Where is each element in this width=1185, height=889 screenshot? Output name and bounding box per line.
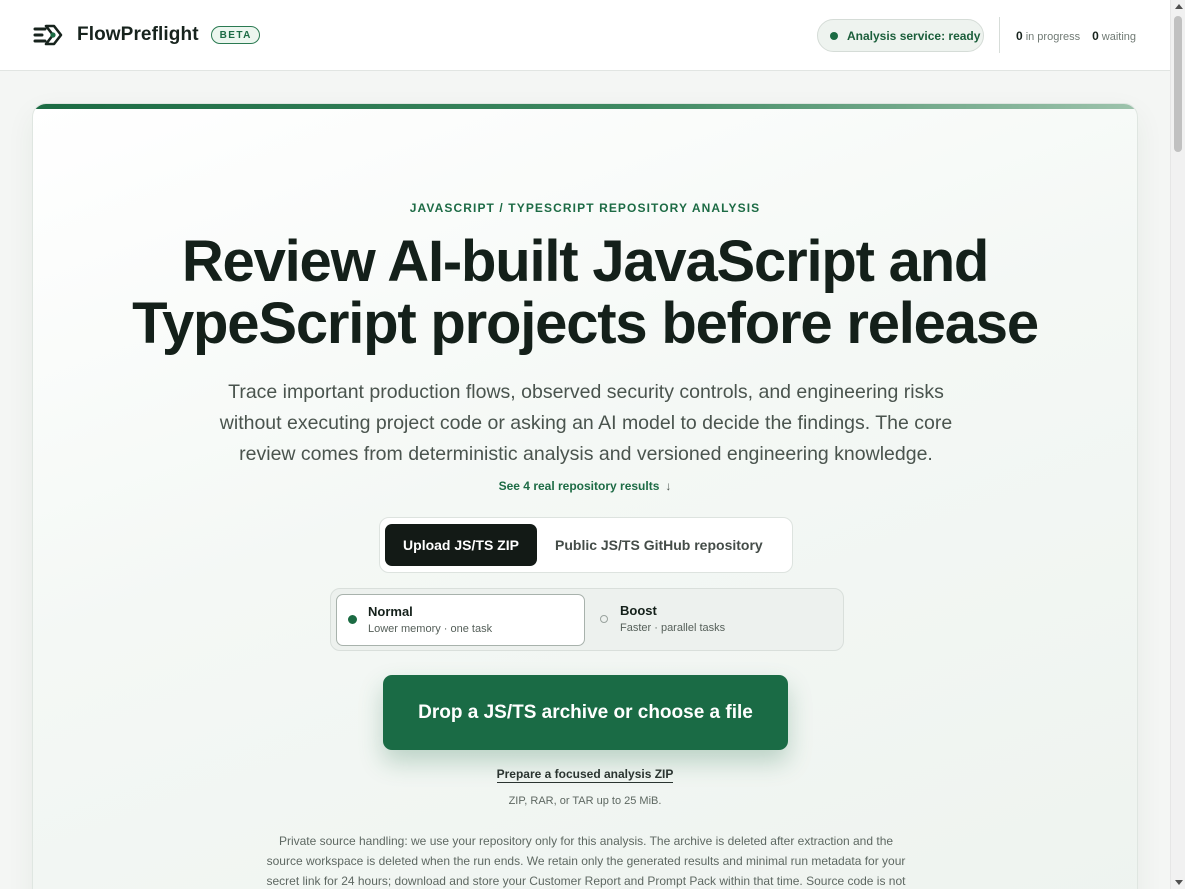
see-results-label: See 4 real repository results (498, 479, 660, 493)
prepare-zip-link[interactable]: Prepare a focused analysis ZIP (33, 767, 1137, 783)
tab-github-repository[interactable]: Public JS/TS GitHub repository (555, 537, 763, 553)
brand[interactable]: FlowPreflight BETA (33, 22, 260, 48)
tab-upload-zip[interactable]: Upload JS/TS ZIP (385, 524, 537, 566)
scroll-thumb[interactable] (1174, 16, 1182, 152)
mode-normal-title: Normal (368, 604, 413, 619)
waiting-label: waiting (1101, 31, 1137, 43)
mode-normal-subtitle: Lower memory · one task (368, 623, 493, 635)
privacy-line-2: source workspace is deleted when the run… (266, 854, 906, 868)
queue-counts: 0 in progress 0 waiting (1016, 29, 1136, 43)
page-scrollbar[interactable] (1170, 0, 1185, 889)
scroll-up-arrow-icon[interactable] (1175, 4, 1183, 9)
analysis-mode-selector: Normal Lower memory · one task Boost Fas… (330, 588, 844, 651)
privacy-line-3: secret link for 24 hours; download and s… (266, 874, 906, 888)
privacy-notice: Private source handling: we use your rep… (238, 831, 934, 889)
waiting-count: 0 (1092, 29, 1099, 43)
waiting-stat: 0 waiting (1092, 29, 1136, 43)
hero-card: JAVASCRIPT / TYPESCRIPT REPOSITORY ANALY… (32, 103, 1138, 889)
arrow-down-icon: ↓ (665, 479, 672, 493)
eyebrow-label: JAVASCRIPT / TYPESCRIPT REPOSITORY ANALY… (409, 201, 761, 215)
mode-boost-option[interactable]: Boost Faster · parallel tasks (589, 594, 838, 646)
service-status-badge: Analysis service: ready (817, 19, 984, 52)
service-status-text: Analysis service: ready (847, 28, 981, 43)
card-accent-bar (33, 104, 1137, 109)
source-tabs: Upload JS/TS ZIP Public JS/TS GitHub rep… (379, 517, 793, 573)
privacy-line-1: Private source handling: we use your rep… (278, 834, 894, 848)
radio-unselected-icon[interactable] (600, 615, 608, 623)
prepare-zip-label: Prepare a focused analysis ZIP (496, 767, 674, 783)
see-results-link[interactable]: See 4 real repository results ↓ (33, 479, 1137, 493)
in-progress-label: in progress (1025, 31, 1081, 43)
scroll-down-arrow-icon[interactable] (1175, 880, 1183, 885)
mode-boost-title: Boost (620, 603, 657, 618)
status-dot-icon (830, 31, 838, 40)
radio-selected-icon[interactable] (348, 615, 357, 624)
brand-name: FlowPreflight (77, 24, 199, 45)
headline-line-2: TypeScript projects before release (132, 291, 1039, 356)
accepted-formats: ZIP, RAR, or TAR up to 25 MiB. (508, 795, 662, 807)
in-progress-count: 0 (1016, 29, 1023, 43)
in-progress-stat: 0 in progress (1016, 29, 1080, 43)
header-divider (999, 17, 1000, 53)
hero-description: Trace important production flows, observ… (219, 381, 953, 465)
beta-badge: BETA (210, 26, 260, 44)
mode-boost-subtitle: Faster · parallel tasks (620, 622, 726, 634)
mode-normal-option[interactable]: Normal Lower memory · one task (336, 594, 585, 646)
flow-logo-icon (33, 24, 63, 46)
file-drop-button[interactable]: Drop a JS/TS archive or choose a file (383, 675, 788, 750)
page-title: Review AI-built JavaScript and TypeScrip… (33, 231, 1137, 355)
top-header: FlowPreflight BETA Analysis service: rea… (0, 0, 1170, 71)
headline-line-1: Review AI-built JavaScript and (181, 229, 990, 294)
